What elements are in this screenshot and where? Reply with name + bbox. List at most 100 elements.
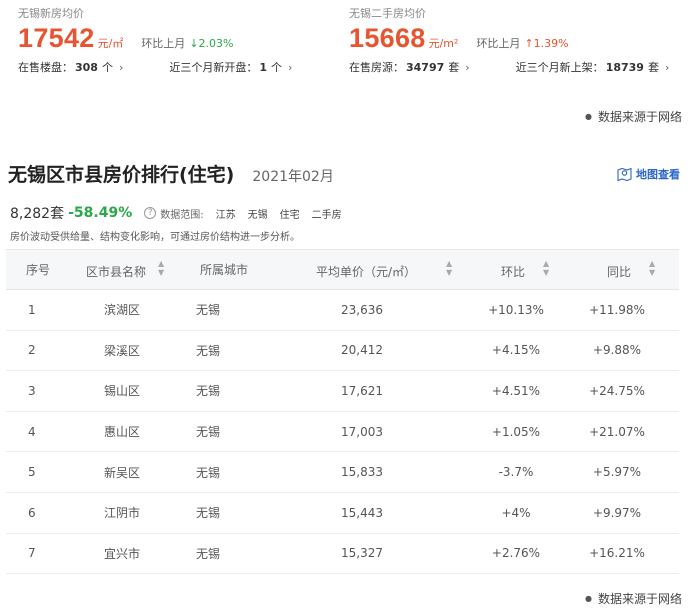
data-scope-label: 数据范围: <box>160 209 204 221</box>
header-yoy[interactable]: 同比 ▲ ▼ <box>579 249 679 290</box>
header-city-label: 所属城市 <box>200 263 249 277</box>
new-house-price: 17542 <box>18 23 95 53</box>
row-mom: +4.51% <box>473 370 579 412</box>
chevron-right-icon: › <box>118 60 124 74</box>
scope-tag-province: 江苏 <box>215 209 236 221</box>
row-name[interactable]: 惠山区 <box>66 411 182 453</box>
table-row[interactable]: 6 江阴市 无锡 15,443 +4% +9.97% <box>6 492 679 534</box>
row-price: 17,621 <box>286 370 473 412</box>
on-sale-listings-value: 34797 <box>406 60 445 74</box>
table-row[interactable]: 4 惠山区 无锡 17,003 +1.05% +21.07% <box>6 411 679 453</box>
row-yoy: +21.07% <box>579 411 679 453</box>
table-row[interactable]: 5 新吴区 无锡 15,833 -3.7% +5.97% <box>6 451 679 493</box>
row-index: 7 <box>6 533 66 575</box>
second-house-price: 15668 <box>349 23 426 53</box>
header-yoy-label: 同比 <box>607 264 632 279</box>
second-house-change-value: ↑1.39% <box>524 37 569 50</box>
row-name[interactable]: 锡山区 <box>66 370 182 412</box>
sort-icon[interactable]: ▲ ▼ <box>158 259 164 277</box>
row-mom: +2.76% <box>473 533 579 575</box>
map-view-link[interactable]: 地图查看 <box>617 166 680 182</box>
second-house-price-unit: 元/m² <box>428 37 459 50</box>
header-mom[interactable]: 环比 ▲ ▼ <box>473 249 579 290</box>
row-name[interactable]: 滨湖区 <box>66 289 182 331</box>
new-listing-link[interactable]: 近三个月新上架： 18739 套 › <box>516 59 670 75</box>
row-city: 无锡 <box>182 411 286 453</box>
table-row[interactable]: 3 锡山区 无锡 17,621 +4.51% +24.75% <box>6 370 679 412</box>
row-name[interactable]: 江阴市 <box>66 492 182 534</box>
row-name[interactable]: 梁溪区 <box>66 330 182 372</box>
on-sale-listings-unit: 套 <box>448 61 460 74</box>
on-sale-projects-unit: 个 <box>101 61 113 74</box>
row-index: 6 <box>6 492 66 534</box>
row-mom: +4% <box>473 492 579 534</box>
question-icon[interactable]: ? <box>144 207 157 219</box>
row-yoy: +16.21% <box>579 533 679 575</box>
row-price: 15,833 <box>286 451 473 493</box>
bullet-dot-icon: ● <box>585 112 592 121</box>
row-yoy: +24.75% <box>579 370 679 412</box>
sort-icon[interactable]: ▲ ▼ <box>543 259 549 277</box>
ranking-table: 序号 区市县名称 ▲ ▼ 所属城市 平均单价（元/㎡） ▲ ▼ 环比 ▲ ▼ 同比 ▲ ▼ 1 … <box>6 249 679 575</box>
map-view-label: 地图查看 <box>636 168 680 181</box>
sort-icon[interactable]: ▲ ▼ <box>446 259 452 277</box>
new-house-sub-stats: 在售楼盘： 308 个 › 近三个月新开盘： 1 个 › <box>18 59 338 75</box>
row-index: 1 <box>6 289 66 331</box>
second-house-price-row: 15668 元/m² 环比上月 ↑1.39% <box>349 23 679 55</box>
new-house-price-row: 17542 元/㎡ 环比上月 ↓2.03% <box>18 23 338 55</box>
row-yoy: +9.97% <box>579 492 679 534</box>
new-house-change-value: ↓2.03% <box>189 37 234 50</box>
new-open-label: 近三个月新开盘： <box>169 61 258 74</box>
ranking-header: 无锡区市县房价排行(住宅) 2021年02月 <box>8 160 334 187</box>
source-note-text: 数据来源于网络 <box>597 592 682 606</box>
new-house-price-label: 无锡新房均价 <box>18 7 84 20</box>
row-index: 3 <box>6 370 66 412</box>
sort-icon[interactable]: ▲ ▼ <box>649 259 655 277</box>
row-price: 15,443 <box>286 492 473 534</box>
chevron-right-icon: › <box>664 60 670 74</box>
scope-tag-city: 无锡 <box>247 209 268 221</box>
row-city: 无锡 <box>182 451 286 493</box>
new-open-value: 1 <box>259 60 268 74</box>
source-note-text: 数据来源于网络 <box>597 110 682 124</box>
row-city: 无锡 <box>182 533 286 575</box>
scope-tag-market: 二手房 <box>311 209 342 221</box>
header-name[interactable]: 区市县名称 ▲ ▼ <box>66 249 182 290</box>
table-row[interactable]: 7 宜兴市 无锡 15,327 +2.76% +16.21% <box>6 533 679 575</box>
on-sale-listings-link[interactable]: 在售房源： 34797 套 › <box>349 59 470 75</box>
new-house-change-label: 环比上月 <box>141 37 186 50</box>
row-price: 20,412 <box>286 330 473 372</box>
chevron-right-icon: › <box>465 60 470 74</box>
table-row[interactable]: 1 滨湖区 无锡 23,636 +10.13% +11.98% <box>6 289 679 331</box>
header-price[interactable]: 平均单价（元/㎡） ▲ ▼ <box>286 249 473 290</box>
row-city: 无锡 <box>182 492 286 534</box>
header-price-label: 平均单价（元/㎡） <box>316 264 417 279</box>
new-open-link[interactable]: 近三个月新开盘： 1 个 › <box>169 59 292 75</box>
header-mom-label: 环比 <box>501 264 526 279</box>
map-pin-icon <box>617 167 632 181</box>
new-listing-value: 18739 <box>605 60 644 74</box>
row-city: 无锡 <box>182 330 286 372</box>
row-index: 4 <box>6 411 66 453</box>
ranking-date: 2021年02月 <box>252 169 334 185</box>
header-index-label: 序号 <box>26 263 51 277</box>
row-mom: -3.7% <box>473 451 579 493</box>
row-index: 5 <box>6 451 66 493</box>
row-city: 无锡 <box>182 370 286 412</box>
new-listing-unit: 套 <box>647 61 659 74</box>
row-mom: +10.13% <box>473 289 579 331</box>
row-name[interactable]: 宜兴市 <box>66 533 182 575</box>
row-name[interactable]: 新吴区 <box>66 451 182 493</box>
header-name-label: 区市县名称 <box>86 264 147 279</box>
second-house-sub-stats: 在售房源： 34797 套 › 近三个月新上架： 18739 套 › <box>349 59 679 75</box>
row-mom: +4.15% <box>473 330 579 372</box>
on-sale-projects-link[interactable]: 在售楼盘： 308 个 › <box>18 59 123 75</box>
on-sale-projects-value: 308 <box>75 60 98 74</box>
bullet-dot-icon: ● <box>585 594 592 603</box>
source-note-top: ● 数据来源于网络 <box>585 108 682 125</box>
row-price: 15,327 <box>286 533 473 575</box>
listing-count-change: -58.49% <box>68 205 133 221</box>
new-open-unit: 个 <box>271 61 283 74</box>
table-row[interactable]: 2 梁溪区 无锡 20,412 +4.15% +9.88% <box>6 330 679 372</box>
row-yoy: +9.88% <box>579 330 679 372</box>
